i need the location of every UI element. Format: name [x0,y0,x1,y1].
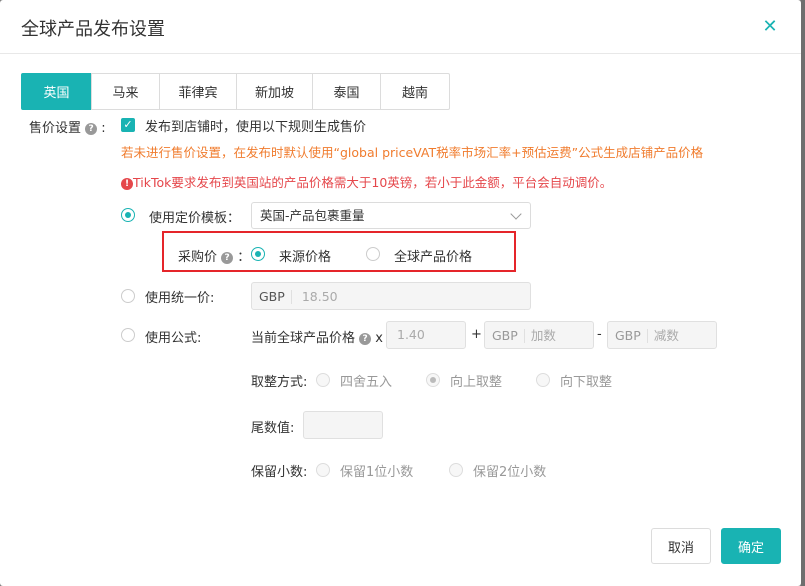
country-tabs: 英国 马来 菲律宾 新加坡 泰国 越南 [21,73,450,110]
tab-vietnam[interactable]: 越南 [380,73,450,110]
plus-sign: + [471,327,482,342]
round-down-radio[interactable] [536,373,550,387]
purchase-price-colon: ： [237,250,251,265]
decimals-label: 保留小数: [251,465,308,480]
multiply-sign: x [375,331,383,346]
pricing-template-select[interactable]: 英国-产品包裹重量 [251,202,531,229]
one-decimal-radio[interactable] [316,463,330,477]
round-half-radio[interactable] [316,373,330,387]
one-decimal-label: 保留1位小数 [340,465,414,480]
purchase-price-label: 采购价 [178,250,218,265]
publish-settings-dialog: 全球产品发布设置 ✕ 英国 马来 菲律宾 新加坡 泰国 越南 售价设置 ? : … [0,0,801,586]
pricing-template-value: 英国-产品包裹重量 [260,208,365,223]
add-currency-addon: GBP [485,328,525,343]
add-placeholder: 加数 [530,327,556,343]
rounding-label: 取整方式: [251,375,308,390]
warning-icon: ! [121,177,133,190]
publish-checkbox-label: 发布到店铺时，使用以下规则生成售价 [145,120,367,135]
round-down-label: 向下取整 [560,375,613,390]
source-price-radio[interactable] [251,247,265,261]
publish-checkbox[interactable]: ✓ [121,118,135,132]
current-price-label: 当前全球产品价格 [251,331,356,346]
unified-price-radio[interactable] [121,289,135,303]
page-scrollbar[interactable] [801,0,805,586]
current-price-label-group: 当前全球产品价格 ? x [251,327,383,346]
source-price-label: 来源价格 [279,250,332,265]
tail-value-label: 尾数值: [251,421,295,436]
two-decimal-radio[interactable] [449,463,463,477]
dialog-header: 全球产品发布设置 ✕ [0,0,801,54]
round-up-label: 向上取整 [450,375,503,390]
help-icon[interactable]: ? [85,122,98,135]
tab-philippines[interactable]: 菲律宾 [159,73,237,110]
add-input[interactable]: GBP 加数 [484,321,594,349]
tab-singapore[interactable]: 新加坡 [236,73,313,110]
purchase-price-label-group: 采购价 ? ： [178,246,250,265]
global-price-radio[interactable] [366,247,380,261]
chevron-down-icon [510,208,522,220]
formula-radio[interactable] [121,328,135,342]
confirm-button[interactable]: 确定 [721,528,781,564]
dialog-title: 全球产品发布设置 [21,19,165,40]
template-radio[interactable] [121,208,135,222]
round-half-label: 四舍五入 [340,375,393,390]
global-price-label: 全球产品价格 [394,250,473,265]
pricing-label-group: 售价设置 ? : [29,117,106,136]
pricing-colon: : [101,121,106,136]
pricing-label: 售价设置 [29,121,82,136]
tiktok-warning: TikTok要求发布到英国站的产品价格需大于10英镑，若小于此金额，平台会自动调… [133,175,613,190]
minus-sign: - [597,327,602,342]
round-up-radio[interactable] [426,373,440,387]
unified-price-value: 18.50 [301,288,338,304]
help-icon[interactable]: ? [221,251,234,264]
two-decimal-label: 保留2位小数 [473,465,547,480]
subtract-input[interactable]: GBP 减数 [607,321,717,349]
tab-thailand[interactable]: 泰国 [312,73,381,110]
sub-placeholder: 减数 [653,327,679,343]
unified-price-label: 使用统一价: [145,291,215,306]
help-icon[interactable]: ? [359,332,372,345]
currency-addon: GBP [252,289,292,304]
multiplier-input[interactable]: 1.40 [386,321,466,349]
formula-label: 使用公式: [145,331,202,346]
unified-price-input[interactable]: GBP 18.50 [251,282,531,310]
template-label: 使用定价模板： [149,211,241,226]
tab-uk[interactable]: 英国 [21,73,92,110]
cancel-button[interactable]: 取消 [651,528,711,564]
sub-currency-addon: GBP [608,328,648,343]
tail-value-input[interactable] [303,411,383,439]
tab-malaysia[interactable]: 马来 [91,73,160,110]
default-pricing-warning: 若未进行售价设置，在发布时默认使用“global priceVAT税率市场汇率+… [121,145,704,160]
tiktok-warning-group: ! TikTok要求发布到英国站的产品价格需大于10英镑，若小于此金额，平台会自动… [121,172,612,191]
close-icon[interactable]: ✕ [759,16,781,38]
